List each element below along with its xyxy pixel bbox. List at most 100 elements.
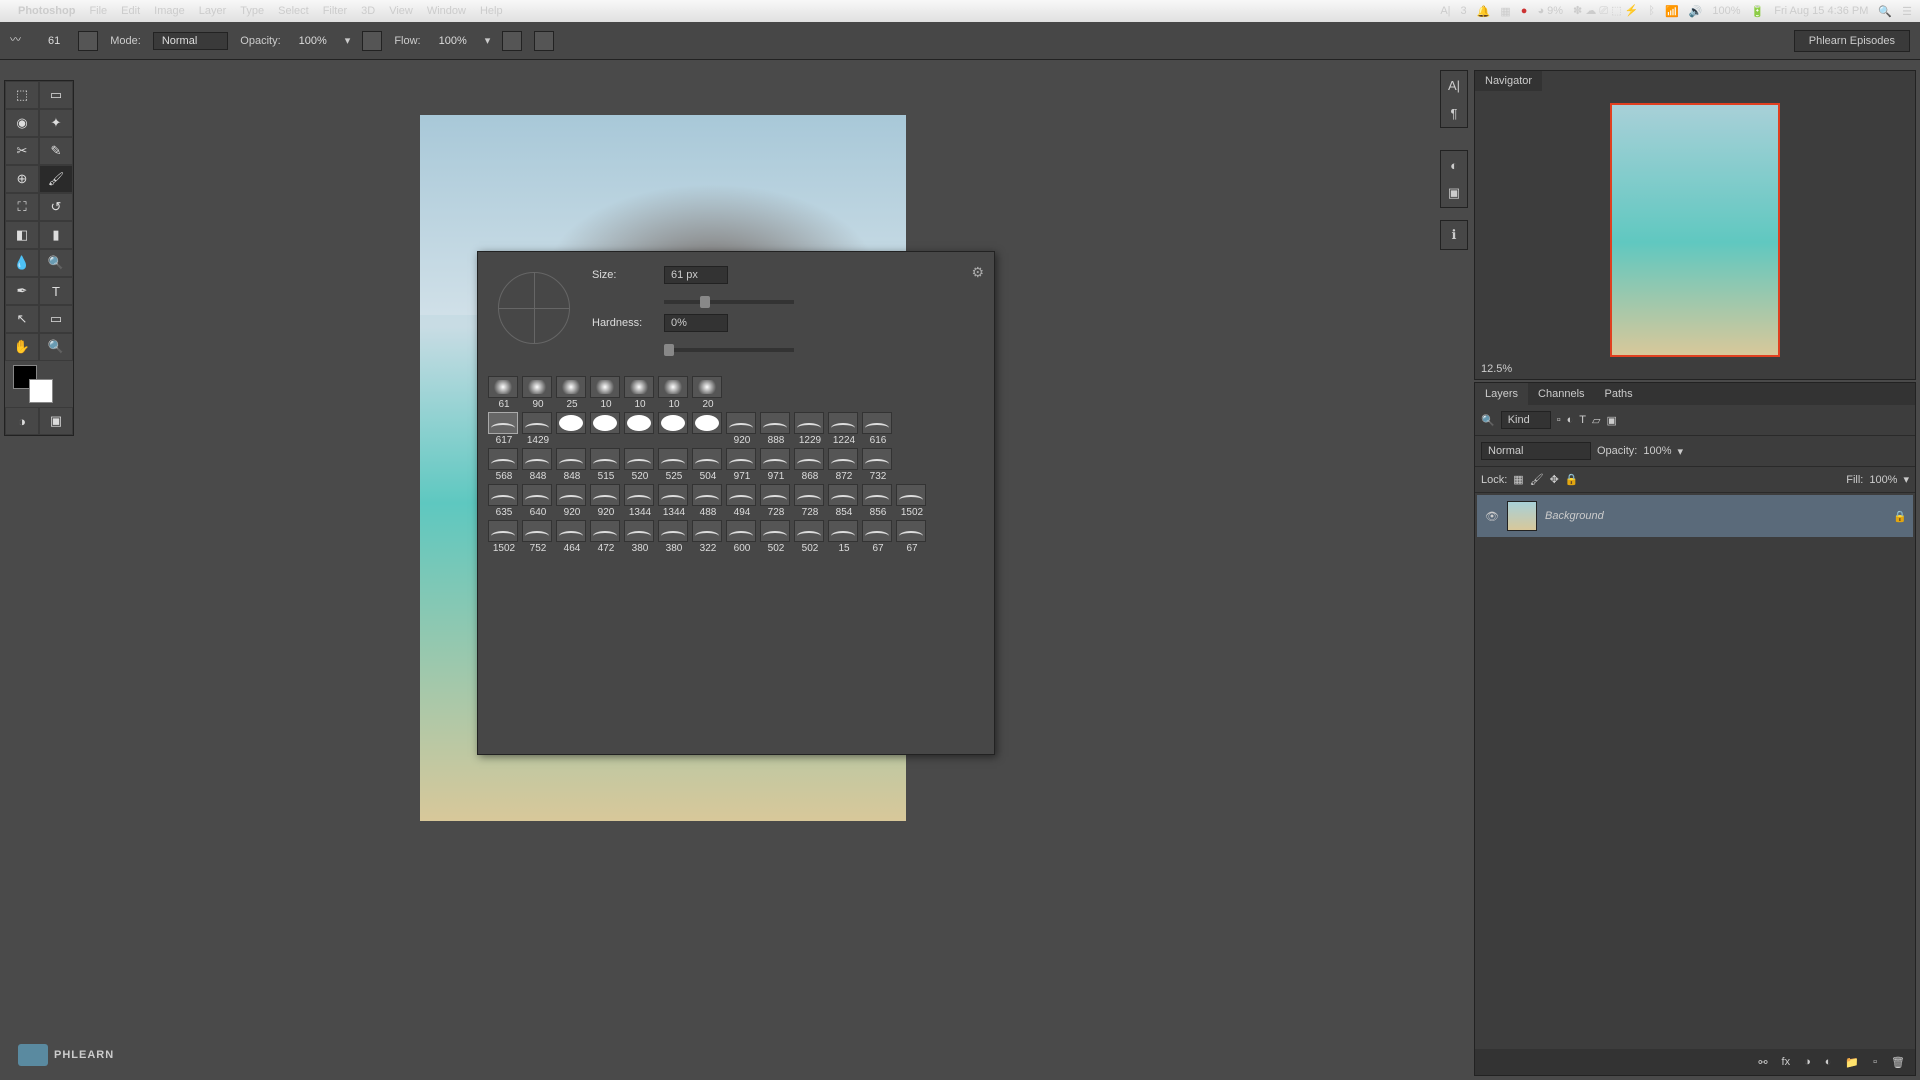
link-icon[interactable]: ⚯	[1758, 1056, 1767, 1069]
filter-shape-icon[interactable]: ▱	[1592, 414, 1600, 427]
filter-adj-icon[interactable]: ◐	[1567, 414, 1574, 426]
fill-value[interactable]: 100%	[1869, 474, 1897, 486]
brush-preset[interactable]: 380	[658, 520, 690, 554]
menu-icon[interactable]: ☰	[1902, 5, 1912, 18]
trash-icon[interactable]: 🗑	[1891, 1056, 1905, 1069]
opacity-value[interactable]: 100%	[293, 33, 333, 49]
brush-toggle-icon[interactable]	[78, 31, 98, 51]
history-panel-icon[interactable]: ◐	[1441, 151, 1467, 179]
brush-preset[interactable]: 920	[590, 484, 622, 518]
menu-type[interactable]: Type	[240, 5, 264, 17]
menu-edit[interactable]: Edit	[121, 5, 140, 17]
brush-preset[interactable]: 472	[590, 520, 622, 554]
group-icon[interactable]: 📁	[1845, 1056, 1859, 1069]
brush-preset[interactable]: 617	[488, 412, 520, 446]
brush-preset[interactable]	[556, 412, 588, 446]
menu-filter[interactable]: Filter	[323, 5, 347, 17]
brush-preset[interactable]: 635	[488, 484, 520, 518]
clock[interactable]: Fri Aug 15 4:36 PM	[1774, 5, 1868, 17]
screenmode-tool[interactable]: ▣	[39, 407, 73, 435]
blur-tool[interactable]: 💧	[5, 249, 39, 277]
brush-preset[interactable]: 502	[794, 520, 826, 554]
brush-preset[interactable]	[624, 412, 656, 446]
menu-image[interactable]: Image	[154, 5, 185, 17]
brush-preset[interactable]: 1344	[624, 484, 656, 518]
brush-preset[interactable]: 90	[522, 376, 554, 410]
char-panel-icon[interactable]: A|	[1441, 71, 1467, 99]
brush-preset[interactable]: 854	[828, 484, 860, 518]
actions-panel-icon[interactable]: ▣	[1441, 179, 1467, 207]
brush-preset[interactable]: 868	[794, 448, 826, 482]
wand-tool[interactable]: ✦	[39, 109, 73, 137]
brush-preset[interactable]: 25	[556, 376, 588, 410]
history-tool[interactable]: ↺	[39, 193, 73, 221]
brush-preset[interactable]: 10	[590, 376, 622, 410]
color-swatch[interactable]	[5, 361, 73, 407]
dodge-tool[interactable]: 🔍	[39, 249, 73, 277]
gear-icon[interactable]: ⚙	[971, 264, 984, 281]
brush-preset[interactable]: 520	[624, 448, 656, 482]
brush-preset[interactable]: 872	[828, 448, 860, 482]
brush-preset[interactable]: 67	[862, 520, 894, 554]
brush-preset[interactable]: 600	[726, 520, 758, 554]
blend-select[interactable]: Normal	[1481, 442, 1591, 460]
layer-row[interactable]: 👁 Background 🔒	[1477, 495, 1913, 537]
pressure-size-icon[interactable]	[534, 31, 554, 51]
visibility-icon[interactable]: 👁	[1483, 510, 1501, 523]
menu-help[interactable]: Help	[480, 5, 503, 17]
new-layer-icon[interactable]: ▫	[1873, 1056, 1877, 1068]
notif-icon[interactable]: 🔔	[1477, 5, 1491, 18]
brush-preset[interactable]: 728	[760, 484, 792, 518]
size-input[interactable]: 61 px	[664, 266, 728, 284]
lock-all-icon[interactable]: 🔒	[1565, 473, 1579, 486]
filter-type-icon[interactable]: T	[1579, 414, 1586, 426]
lock-pos-icon[interactable]: ✥	[1550, 473, 1559, 486]
move-tool[interactable]: ⬚	[5, 81, 39, 109]
crop-tool[interactable]: ✂	[5, 137, 39, 165]
flow-value[interactable]: 100%	[433, 33, 473, 49]
airbrush-icon[interactable]	[502, 31, 522, 51]
layer-name[interactable]: Background	[1545, 510, 1604, 522]
quickmask-tool[interactable]: ◑	[5, 407, 39, 435]
brush-preset[interactable]: 856	[862, 484, 894, 518]
brush-preset[interactable]: 971	[760, 448, 792, 482]
hardness-slider[interactable]	[664, 348, 794, 352]
navigator-zoom[interactable]: 12.5%	[1481, 363, 1512, 375]
brush-preset[interactable]: 1224	[828, 412, 860, 446]
mask-icon[interactable]: ◑	[1804, 1056, 1811, 1068]
brush-preset[interactable]: 732	[862, 448, 894, 482]
brush-preset[interactable]: 971	[726, 448, 758, 482]
brush-preset[interactable]: 888	[760, 412, 792, 446]
brush-preset[interactable]: 525	[658, 448, 690, 482]
hand-tool[interactable]: ✋	[5, 333, 39, 361]
brush-preset[interactable]: 1502	[896, 484, 928, 518]
brush-preset[interactable]: 515	[590, 448, 622, 482]
mode-select[interactable]: Normal	[153, 32, 228, 50]
brush-preset[interactable]: 380	[624, 520, 656, 554]
path-tool[interactable]: ↖	[5, 305, 39, 333]
marquee-tool[interactable]: ▭	[39, 81, 73, 109]
hardness-input[interactable]: 0%	[664, 314, 728, 332]
rec-icon[interactable]: ●	[1521, 5, 1528, 17]
brush-preset[interactable]: 15	[828, 520, 860, 554]
heal-tool[interactable]: ⊕	[5, 165, 39, 193]
filter-icon[interactable]: 🔍	[1481, 414, 1495, 427]
brush-preset[interactable]: 494	[726, 484, 758, 518]
brush-preset[interactable]: 568	[488, 448, 520, 482]
fill-step-icon[interactable]: ▾	[1903, 473, 1909, 486]
adjust-icon[interactable]: ◐	[1825, 1056, 1832, 1068]
vol-icon[interactable]: 🔊	[1689, 5, 1703, 18]
brush-preset[interactable]: 848	[556, 448, 588, 482]
brush-preset[interactable]: 1344	[658, 484, 690, 518]
lasso-tool[interactable]: ◉	[5, 109, 39, 137]
type-tool[interactable]: T	[39, 277, 73, 305]
spotlight-icon[interactable]: 🔍	[1878, 5, 1892, 18]
brush-preset[interactable]: 488	[692, 484, 724, 518]
battery-icon[interactable]: 🔋	[1751, 5, 1765, 18]
brush-preset[interactable]	[590, 412, 622, 446]
brush-preset[interactable]: 920	[556, 484, 588, 518]
opacity-step-icon[interactable]: ▾	[1678, 445, 1684, 458]
size-slider[interactable]	[664, 300, 794, 304]
brush-preset[interactable]: 640	[522, 484, 554, 518]
menu-file[interactable]: File	[89, 5, 107, 17]
